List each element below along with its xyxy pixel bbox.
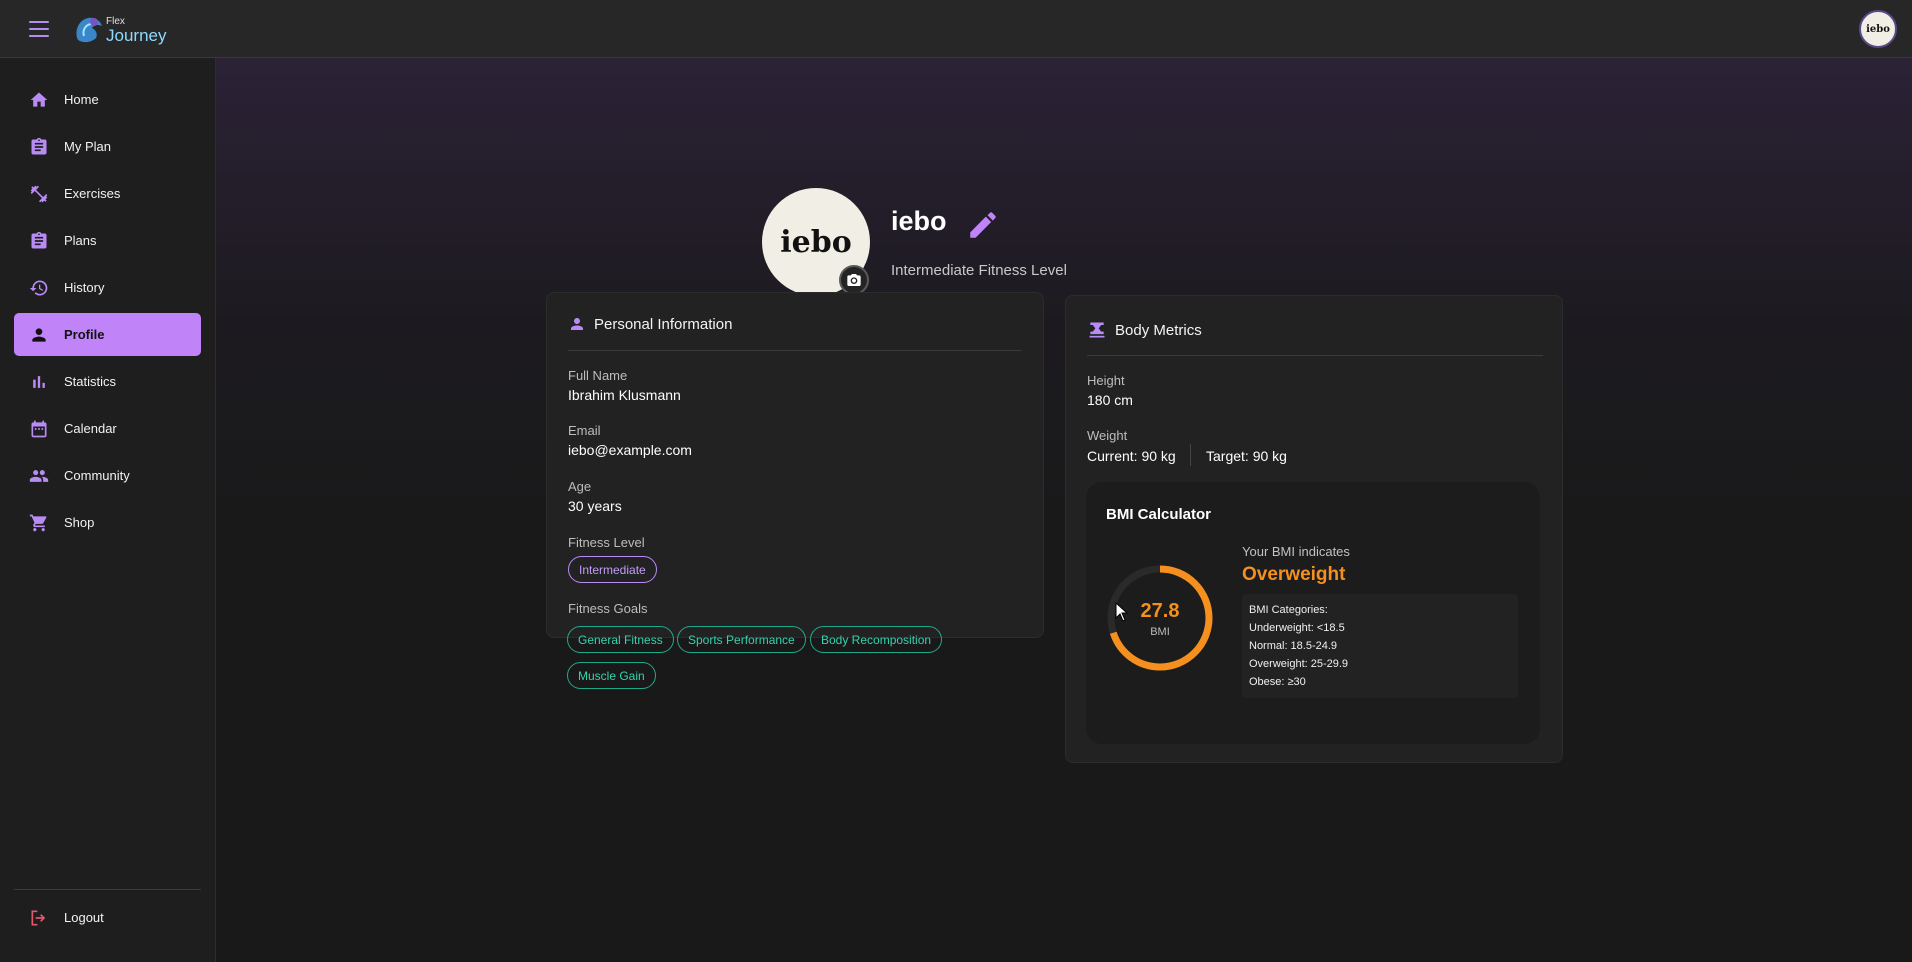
sidebar-item-label: Shop — [64, 515, 95, 530]
bar-chart-icon — [28, 371, 50, 393]
flexed-arm-logo-icon — [76, 17, 102, 43]
weight-current: Current: 90 kg — [1087, 448, 1176, 464]
bmi-category-overweight: Overweight: 25-29.9 — [1249, 658, 1349, 670]
sidebar-item-label: Logout — [64, 910, 104, 925]
goal-chip: Muscle Gain — [567, 662, 656, 689]
bmi-indicates-text: Your BMI indicates — [1242, 544, 1350, 559]
sidebar-item-profile[interactable]: Profile — [14, 313, 201, 356]
bmi-unit: BMI — [1150, 626, 1170, 638]
bmi-categories-heading: BMI Categories: — [1249, 604, 1328, 616]
weight-label: Weight — [1087, 428, 1128, 443]
clipboard-icon — [28, 136, 50, 158]
sidebar-item-calendar[interactable]: Calendar — [14, 407, 201, 450]
sidebar-item-label: Profile — [64, 327, 105, 342]
logo-text-big: Journey — [106, 26, 167, 45]
sidebar-item-logout[interactable]: Logout — [14, 896, 201, 939]
person-icon — [568, 315, 586, 333]
email-value: iebo@example.com — [568, 442, 692, 458]
pencil-icon — [970, 212, 996, 238]
sidebar-divider — [14, 889, 201, 890]
sidebar-nav: Home My Plan Exercises Plans History Pro… — [0, 58, 216, 962]
full-name-value: Ibrahim Klusmann — [568, 387, 681, 403]
card-divider — [1087, 355, 1543, 356]
account-avatar[interactable]: iebo — [1859, 10, 1897, 48]
home-icon — [28, 89, 50, 111]
sidebar-item-home[interactable]: Home — [14, 78, 201, 121]
weight-separator — [1190, 444, 1191, 466]
sidebar-item-plans[interactable]: Plans — [14, 219, 201, 262]
height-label: Height — [1087, 373, 1125, 388]
age-value: 30 years — [568, 498, 622, 514]
full-name-label: Full Name — [568, 368, 628, 383]
bmi-category-obese: Obese: ≥30 — [1249, 676, 1306, 688]
sidebar-item-community[interactable]: Community — [14, 454, 201, 497]
sidebar-item-label: Community — [64, 468, 130, 483]
sidebar-item-exercises[interactable]: Exercises — [14, 172, 201, 215]
app-logo[interactable]: Flex Journey — [70, 10, 170, 50]
scale-icon — [1087, 320, 1107, 340]
bmi-calculator-panel: BMI Calculator 27.8 BMI Your BMI indicat… — [1086, 482, 1540, 744]
sidebar-item-label: Home — [64, 92, 99, 107]
fitness-level-label: Fitness Level — [568, 535, 645, 550]
body-metrics-card: Body Metrics Height 180 cm Weight Curren… — [1065, 295, 1563, 763]
history-icon — [28, 277, 50, 299]
sidebar-item-statistics[interactable]: Statistics — [14, 360, 201, 403]
sidebar-item-label: Plans — [64, 233, 97, 248]
sidebar-item-history[interactable]: History — [14, 266, 201, 309]
sidebar-item-shop[interactable]: Shop — [14, 501, 201, 544]
profile-username: iebo — [891, 206, 947, 236]
height-value: 180 cm — [1087, 392, 1133, 408]
camera-icon — [847, 274, 861, 286]
change-photo-button[interactable] — [839, 265, 869, 295]
sidebar-item-label: History — [64, 280, 105, 295]
mouse-cursor-icon — [1115, 602, 1129, 622]
body-metrics-title: Body Metrics — [1087, 320, 1202, 340]
main-content: iebo iebo Intermediate Fitness Level Per… — [216, 58, 1912, 962]
edit-profile-button[interactable] — [966, 208, 1000, 242]
personal-info-title: Personal Information — [568, 315, 732, 333]
card-title-text: Body Metrics — [1115, 321, 1202, 339]
sidebar-item-label: My Plan — [64, 139, 111, 154]
bmi-categories: BMI Categories: Underweight: <18.5 Norma… — [1242, 594, 1518, 698]
age-label: Age — [568, 479, 592, 494]
person-icon — [28, 324, 50, 346]
goal-chip: Sports Performance — [677, 626, 806, 653]
personal-info-card: Personal Information Full Name Ibrahim K… — [546, 292, 1044, 638]
menu-icon[interactable] — [26, 18, 52, 40]
calendar-icon — [28, 418, 50, 440]
fitness-level-chip: Intermediate — [568, 556, 657, 583]
sidebar-item-my-plan[interactable]: My Plan — [14, 125, 201, 168]
goal-chip: Body Recomposition — [810, 626, 943, 653]
dumbbell-icon — [28, 183, 50, 205]
fitness-goals-label: Fitness Goals — [568, 601, 648, 616]
profile-level-subtitle: Intermediate Fitness Level — [891, 262, 1067, 279]
goal-chip: General Fitness — [567, 626, 674, 653]
logout-icon — [28, 907, 50, 929]
group-icon — [28, 465, 50, 487]
sidebar-item-label: Statistics — [64, 374, 117, 389]
bmi-category-normal: Normal: 18.5-24.9 — [1249, 640, 1338, 652]
weight-target: Target: 90 kg — [1206, 448, 1287, 464]
clipboard-list-icon — [28, 230, 50, 252]
bmi-category-underweight: Underweight: <18.5 — [1249, 622, 1345, 634]
sidebar-item-label: Exercises — [64, 186, 121, 201]
card-divider — [568, 350, 1022, 351]
email-label: Email — [568, 423, 601, 438]
bmi-status: Overweight — [1242, 564, 1346, 585]
cart-icon — [28, 512, 50, 534]
sidebar-item-label: Calendar — [64, 421, 117, 436]
bmi-calculator-title: BMI Calculator — [1106, 506, 1212, 523]
card-title-text: Personal Information — [594, 315, 733, 333]
top-app-bar: Flex Journey iebo — [0, 0, 1912, 58]
